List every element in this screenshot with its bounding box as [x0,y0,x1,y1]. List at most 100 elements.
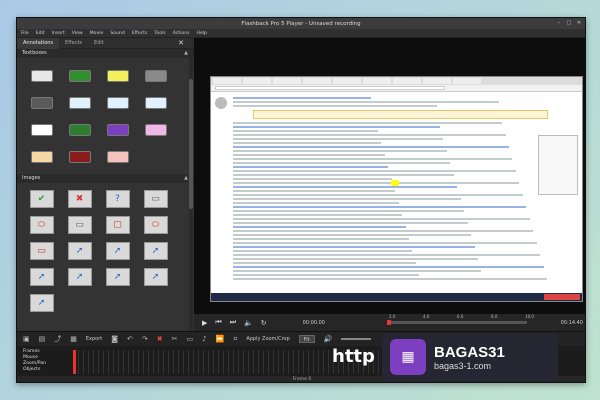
zoom-select[interactable]: Fit [298,335,315,343]
volume-icon[interactable]: 🔈 [244,319,253,327]
camera-icon[interactable]: ◙ [111,335,118,343]
tab-annotations[interactable]: Annotations [17,37,60,49]
image-item[interactable]: ➚ [23,290,60,316]
page-text-line [233,222,468,224]
brand-name: BAGAS31 [434,343,505,361]
textbox-style-item[interactable] [23,116,60,143]
image-item[interactable]: ➚ [99,238,136,264]
textbox-style-item[interactable] [61,89,98,116]
textbox-style-item[interactable] [99,143,136,170]
frame-icon[interactable]: ▭ [187,335,194,343]
crop-icon[interactable]: ⌗ [233,335,237,344]
minimize-icon[interactable]: – [556,20,562,26]
annotations-panel: Annotations Effects Edit ✕ Textboxes ▲ I… [17,37,194,331]
close-icon[interactable]: ✕ [576,20,582,26]
sound-icon[interactable]: ♪ [202,335,206,343]
delete-icon[interactable]: ✖ [157,335,163,343]
wiki-logo-icon [215,97,227,109]
menu-movie[interactable]: Movie [90,31,104,36]
menu-edit[interactable]: Edit [36,31,45,36]
speed-icon[interactable]: ⏩ [216,335,225,343]
textboxes-header[interactable]: Textboxes ▲ [17,49,194,58]
speaker-icon[interactable]: 🔊 [324,335,333,343]
image-item[interactable]: ⬭ [137,212,174,238]
menu-actions[interactable]: Actions [173,31,190,36]
textbox-style-item[interactable] [61,116,98,143]
play-icon[interactable]: ▶ [202,319,207,327]
seek-handle[interactable] [387,320,391,325]
page-text-line [233,122,503,124]
save-icon[interactable]: ▤ [39,335,46,343]
menu-insert[interactable]: Insert [52,31,65,36]
textbox-style-item[interactable] [23,62,60,89]
image-item[interactable]: ✖ [61,186,98,212]
seek-bar[interactable] [387,320,527,325]
page-text-line [233,210,465,212]
title-bar: Flashback Pro 5 Player - Unsaved recordi… [17,18,585,29]
panel-close-icon[interactable]: ✕ [172,39,190,47]
skip-end-icon[interactable]: ⏭ [230,318,236,327]
image-item[interactable]: ✔ [23,186,60,212]
page-text-line [233,186,458,188]
images-header[interactable]: Images ▲ [17,174,194,183]
image-item[interactable]: ➚ [61,264,98,290]
image-item[interactable]: ➚ [137,238,174,264]
textbox-style-item[interactable] [137,62,174,89]
menu-sound[interactable]: Sound [110,31,124,36]
folder-icon[interactable]: ▣ [23,335,30,343]
image-item[interactable]: ? [99,186,136,212]
chevron-up-icon[interactable]: ▲ [184,49,188,58]
textbox-style-item[interactable] [61,143,98,170]
image-item[interactable]: ⬭ [23,212,60,238]
page-text-line [233,194,523,196]
textbox-style-item[interactable] [137,89,174,116]
cursor-highlight [391,180,399,186]
undo-icon[interactable]: ↶ [127,335,133,343]
menu-view[interactable]: View [72,31,83,36]
rect-icon: ▭ [143,190,168,208]
page-text-line [233,278,547,280]
maximize-icon[interactable]: □ [566,20,572,26]
page-text-line [233,234,472,236]
tab-edit[interactable]: Edit [88,40,110,46]
cut-icon[interactable]: ✂ [172,335,178,343]
share-icon[interactable]: ⤴ [54,334,61,344]
tick-label: 8.0 [491,314,498,319]
panel-scrollbar[interactable] [189,49,193,331]
skip-start-icon[interactable]: ⏮ [215,318,221,327]
page-text-line [233,142,382,144]
apply-zoom-crop-button[interactable]: Apply Zoom/Crop [246,336,289,342]
brand-site: bagas3-1.com [434,360,492,371]
menu-tools[interactable]: Tools [154,31,165,36]
textbox-swatch [106,96,129,109]
menu-file[interactable]: File [21,31,29,36]
redo-icon[interactable]: ↷ [142,335,148,343]
image-item[interactable]: ▭ [23,238,60,264]
page-text-line [233,254,541,256]
menu-effects[interactable]: Effects [132,31,148,36]
image-item[interactable]: ▭ [137,186,174,212]
export-button[interactable]: Export [86,336,102,342]
playhead[interactable] [73,350,76,374]
loop-icon[interactable]: ↻ [261,319,267,327]
image-item[interactable]: ➚ [23,264,60,290]
image-item[interactable]: ➚ [137,264,174,290]
page-text-line [233,170,516,172]
image-item[interactable]: ▭ [61,212,98,238]
image-item[interactable]: ➚ [61,238,98,264]
image-item[interactable]: ▢ [99,212,136,238]
menu-help[interactable]: Help [197,31,207,36]
textbox-style-item[interactable] [23,143,60,170]
textbox-style-item[interactable] [99,89,136,116]
textbox-style-item[interactable] [99,62,136,89]
textbox-style-item[interactable] [137,116,174,143]
textbox-style-item[interactable] [23,89,60,116]
textbox-style-item[interactable] [61,62,98,89]
image-item[interactable]: ➚ [99,264,136,290]
export-icon[interactable]: ▦ [70,335,77,343]
textbox-swatch [68,69,91,82]
chevron-up-icon[interactable]: ▲ [184,174,188,183]
textbox-style-item[interactable] [99,116,136,143]
volume-slider[interactable] [341,338,372,340]
tab-effects[interactable]: Effects [59,40,88,46]
